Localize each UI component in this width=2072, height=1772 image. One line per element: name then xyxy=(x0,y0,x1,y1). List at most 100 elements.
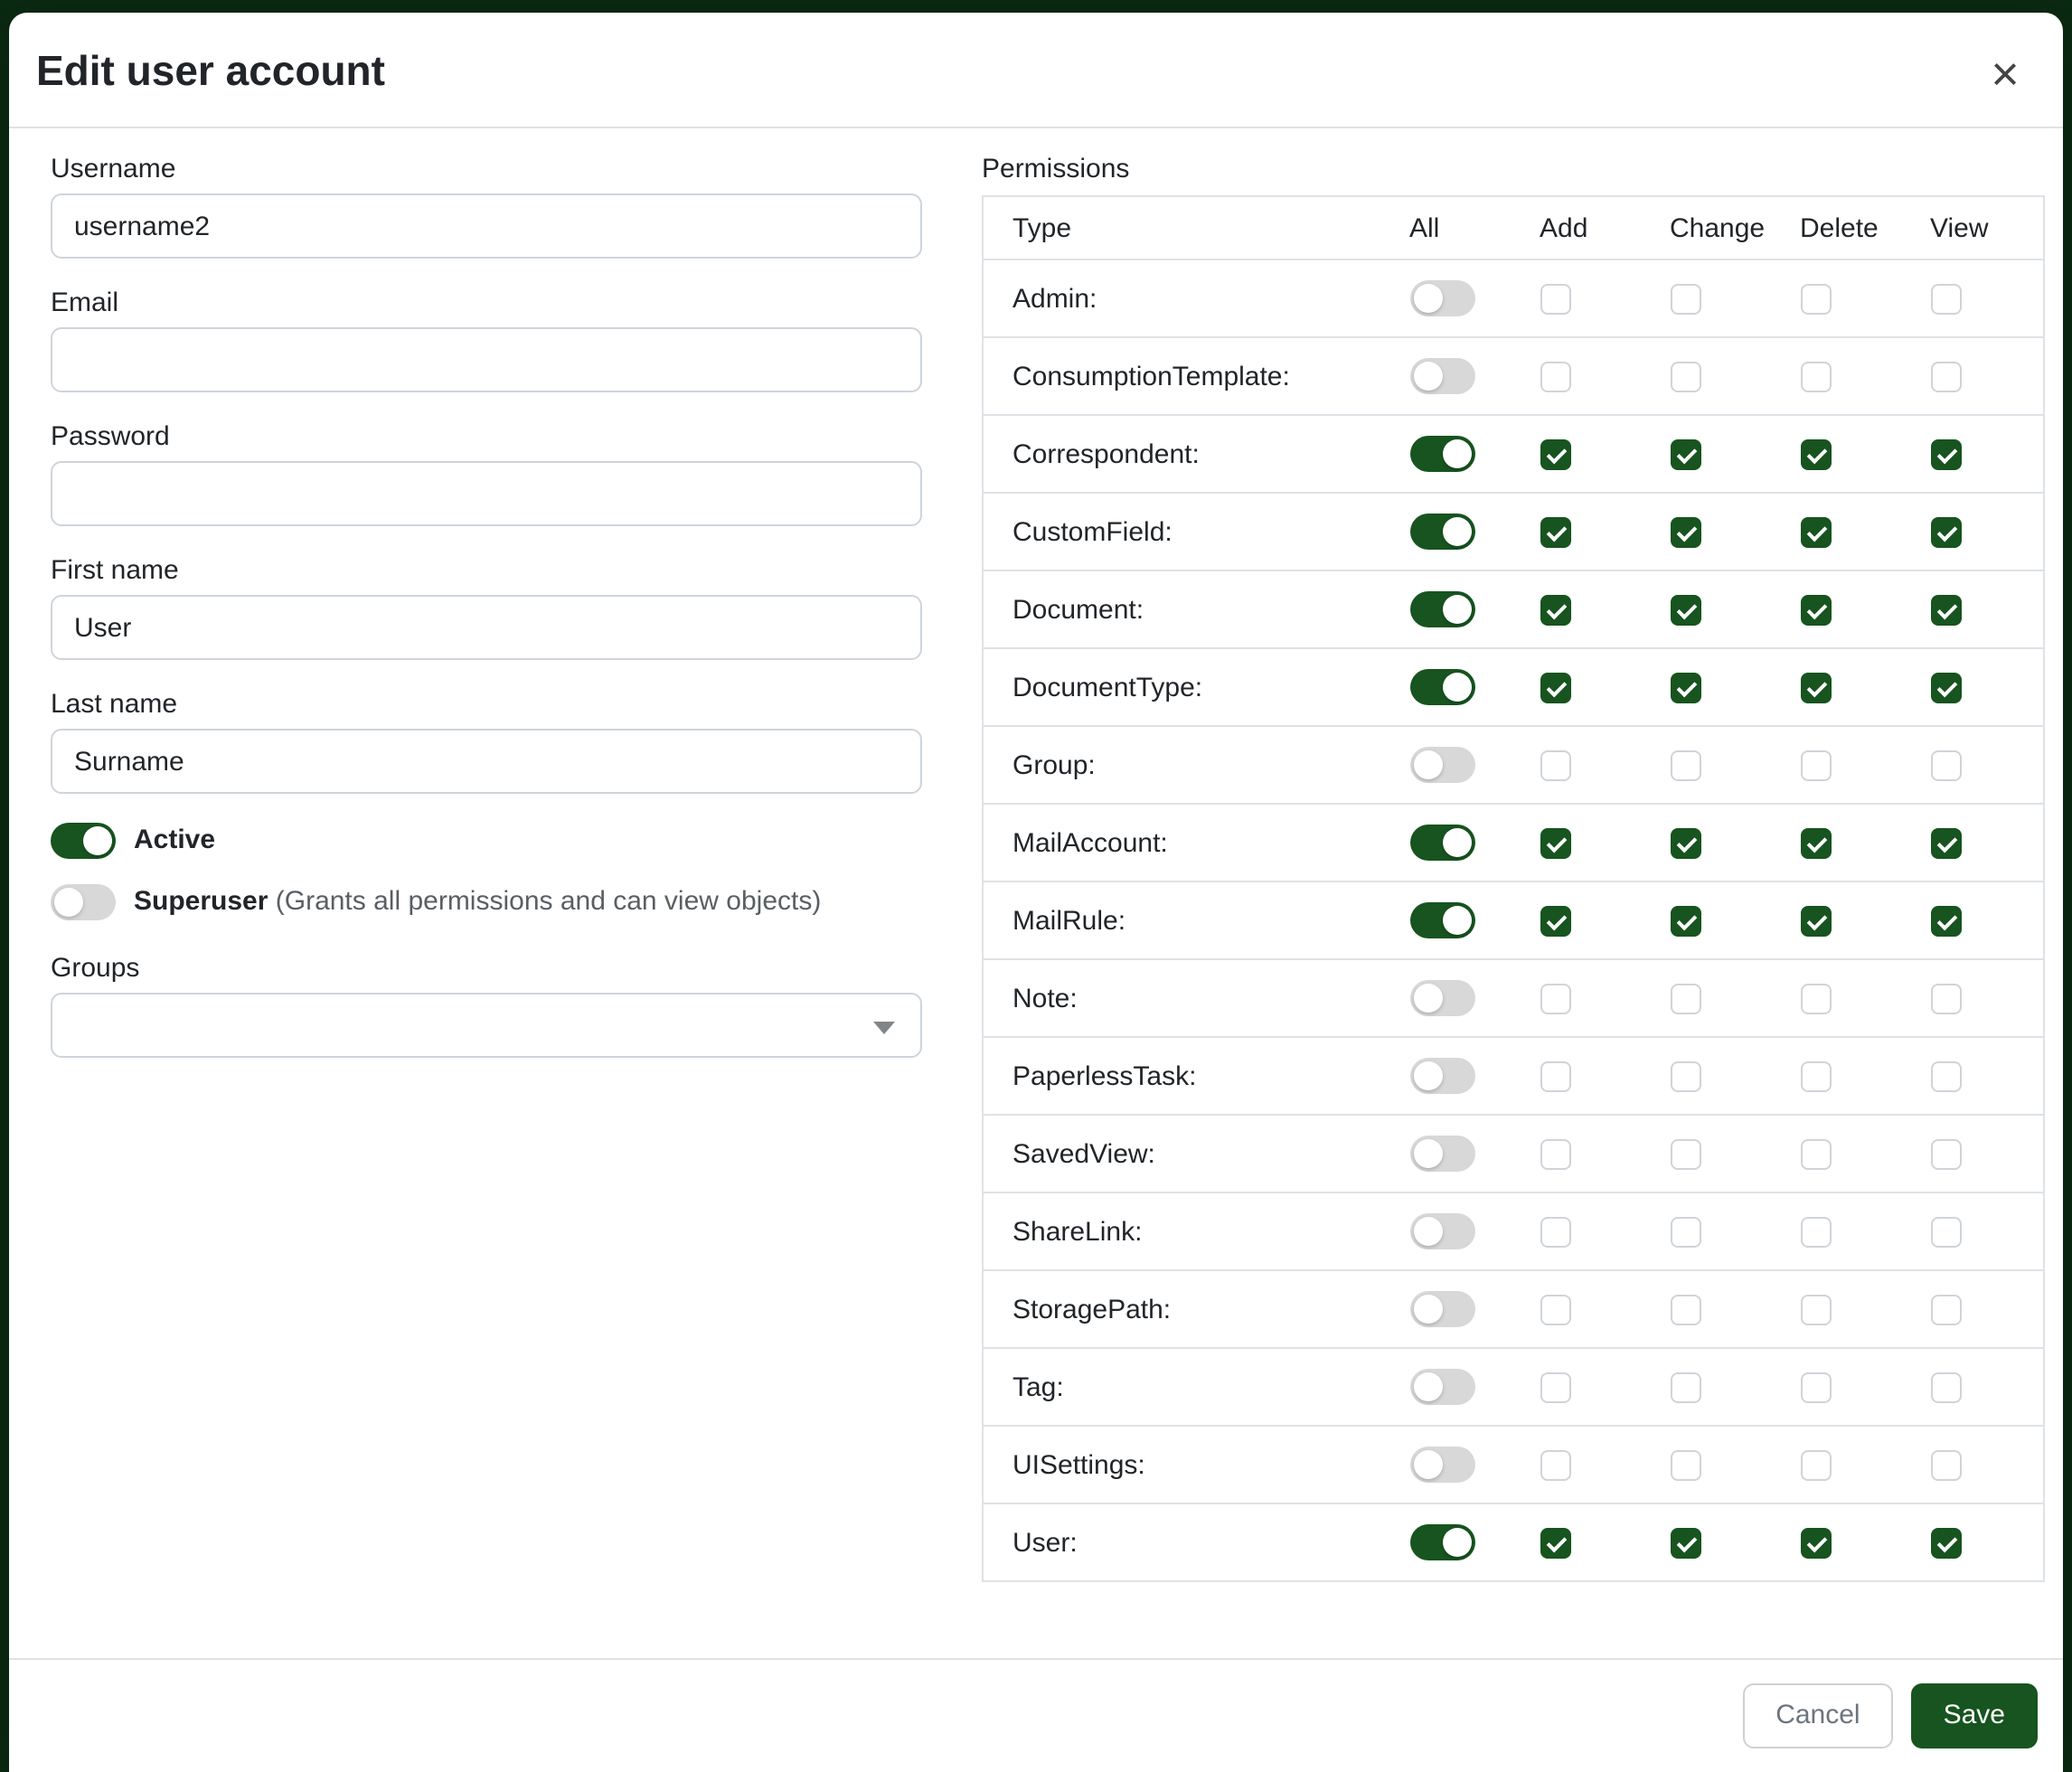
permission-view-checkbox[interactable] xyxy=(1930,1061,1961,1092)
permission-all-toggle[interactable] xyxy=(1409,980,1474,1016)
permission-add-checkbox[interactable] xyxy=(1540,362,1570,392)
permission-delete-checkbox[interactable] xyxy=(1800,828,1831,859)
permission-change-checkbox[interactable] xyxy=(1670,828,1700,859)
permission-change-checkbox[interactable] xyxy=(1670,284,1700,315)
permission-add-checkbox[interactable] xyxy=(1540,906,1570,937)
permission-row: MailRule: xyxy=(983,881,2044,959)
permission-delete-checkbox[interactable] xyxy=(1800,362,1831,392)
permission-view-checkbox[interactable] xyxy=(1930,362,1961,392)
permission-add-checkbox[interactable] xyxy=(1540,595,1570,626)
permission-all-toggle[interactable] xyxy=(1409,1136,1474,1172)
permission-add-checkbox[interactable] xyxy=(1540,750,1570,781)
permission-delete-checkbox[interactable] xyxy=(1800,1061,1831,1092)
permission-view-checkbox[interactable] xyxy=(1930,673,1961,703)
permission-delete-checkbox[interactable] xyxy=(1800,1217,1831,1248)
permission-add-checkbox[interactable] xyxy=(1540,1217,1570,1248)
permission-all-toggle[interactable] xyxy=(1409,1213,1474,1249)
permission-type-label: UISettings: xyxy=(983,1426,1395,1503)
permission-delete-checkbox[interactable] xyxy=(1800,906,1831,937)
cancel-button[interactable]: Cancel xyxy=(1743,1683,1892,1748)
permission-delete-checkbox[interactable] xyxy=(1800,984,1831,1014)
permission-change-checkbox[interactable] xyxy=(1670,1217,1700,1248)
permission-add-checkbox[interactable] xyxy=(1540,517,1570,548)
permission-delete-checkbox[interactable] xyxy=(1800,595,1831,626)
permission-delete-checkbox[interactable] xyxy=(1800,1450,1831,1481)
permission-type-label: User: xyxy=(983,1503,1395,1581)
first-name-field[interactable] xyxy=(51,595,922,660)
permission-add-checkbox[interactable] xyxy=(1540,828,1570,859)
permission-view-checkbox[interactable] xyxy=(1930,1217,1961,1248)
save-button[interactable]: Save xyxy=(1911,1683,2038,1748)
permission-delete-checkbox[interactable] xyxy=(1800,284,1831,315)
permission-change-checkbox[interactable] xyxy=(1670,984,1700,1014)
permission-delete-checkbox[interactable] xyxy=(1800,1295,1831,1325)
permission-change-checkbox[interactable] xyxy=(1670,906,1700,937)
permission-add-checkbox[interactable] xyxy=(1540,1450,1570,1481)
permission-add-checkbox[interactable] xyxy=(1540,673,1570,703)
permission-all-toggle[interactable] xyxy=(1409,514,1474,550)
permission-all-toggle[interactable] xyxy=(1409,1524,1474,1560)
permission-view-checkbox[interactable] xyxy=(1930,1295,1961,1325)
permission-all-toggle[interactable] xyxy=(1409,1447,1474,1483)
password-field[interactable] xyxy=(51,461,922,526)
permission-delete-checkbox[interactable] xyxy=(1800,439,1831,470)
permission-delete-checkbox[interactable] xyxy=(1800,517,1831,548)
permission-add-checkbox[interactable] xyxy=(1540,1528,1570,1559)
permission-all-toggle[interactable] xyxy=(1409,591,1474,627)
groups-select[interactable] xyxy=(51,993,922,1058)
permission-change-checkbox[interactable] xyxy=(1670,1139,1700,1170)
permission-view-checkbox[interactable] xyxy=(1930,439,1961,470)
permission-view-checkbox[interactable] xyxy=(1930,284,1961,315)
permission-all-toggle[interactable] xyxy=(1409,1369,1474,1405)
permission-add-checkbox[interactable] xyxy=(1540,984,1570,1014)
permission-change-checkbox[interactable] xyxy=(1670,1372,1700,1403)
permission-add-checkbox[interactable] xyxy=(1540,439,1570,470)
permission-all-toggle[interactable] xyxy=(1409,436,1474,472)
permission-add-checkbox[interactable] xyxy=(1540,1372,1570,1403)
permission-view-checkbox[interactable] xyxy=(1930,828,1961,859)
permission-view-checkbox[interactable] xyxy=(1930,1450,1961,1481)
email-field[interactable] xyxy=(51,327,922,392)
permission-change-checkbox[interactable] xyxy=(1670,439,1700,470)
last-name-field[interactable] xyxy=(51,729,922,794)
permission-change-checkbox[interactable] xyxy=(1670,362,1700,392)
permission-view-checkbox[interactable] xyxy=(1930,517,1961,548)
permission-delete-checkbox[interactable] xyxy=(1800,1139,1831,1170)
permission-add-checkbox[interactable] xyxy=(1540,1295,1570,1325)
permission-all-toggle[interactable] xyxy=(1409,825,1474,861)
permission-view-checkbox[interactable] xyxy=(1930,906,1961,937)
permission-change-checkbox[interactable] xyxy=(1670,1450,1700,1481)
permission-change-checkbox[interactable] xyxy=(1670,517,1700,548)
permission-change-checkbox[interactable] xyxy=(1670,595,1700,626)
permission-all-toggle[interactable] xyxy=(1409,747,1474,783)
permission-view-checkbox[interactable] xyxy=(1930,1139,1961,1170)
permission-all-toggle[interactable] xyxy=(1409,1291,1474,1327)
permission-view-checkbox[interactable] xyxy=(1930,984,1961,1014)
permission-view-checkbox[interactable] xyxy=(1930,595,1961,626)
permission-add-checkbox[interactable] xyxy=(1540,284,1570,315)
permission-change-checkbox[interactable] xyxy=(1670,1295,1700,1325)
permission-view-checkbox[interactable] xyxy=(1930,750,1961,781)
permission-all-toggle[interactable] xyxy=(1409,1058,1474,1094)
permission-delete-checkbox[interactable] xyxy=(1800,1372,1831,1403)
username-input[interactable] xyxy=(51,193,922,259)
permission-all-toggle[interactable] xyxy=(1409,902,1474,938)
permission-change-checkbox[interactable] xyxy=(1670,1528,1700,1559)
permission-change-checkbox[interactable] xyxy=(1670,1061,1700,1092)
permission-all-toggle[interactable] xyxy=(1409,669,1474,705)
permission-view-checkbox[interactable] xyxy=(1930,1528,1961,1559)
permission-all-toggle[interactable] xyxy=(1409,358,1474,394)
permission-change-checkbox[interactable] xyxy=(1670,750,1700,781)
permission-delete-checkbox[interactable] xyxy=(1800,673,1831,703)
active-toggle[interactable] xyxy=(51,823,116,859)
close-icon[interactable]: × xyxy=(1976,45,2034,103)
permission-add-checkbox[interactable] xyxy=(1540,1061,1570,1092)
permission-delete-checkbox[interactable] xyxy=(1800,750,1831,781)
permission-delete-checkbox[interactable] xyxy=(1800,1528,1831,1559)
permission-change-checkbox[interactable] xyxy=(1670,673,1700,703)
permission-add-checkbox[interactable] xyxy=(1540,1139,1570,1170)
permission-all-toggle[interactable] xyxy=(1409,280,1474,316)
permission-view-checkbox[interactable] xyxy=(1930,1372,1961,1403)
password-field-group: Password xyxy=(51,421,922,526)
superuser-toggle[interactable] xyxy=(51,884,116,920)
